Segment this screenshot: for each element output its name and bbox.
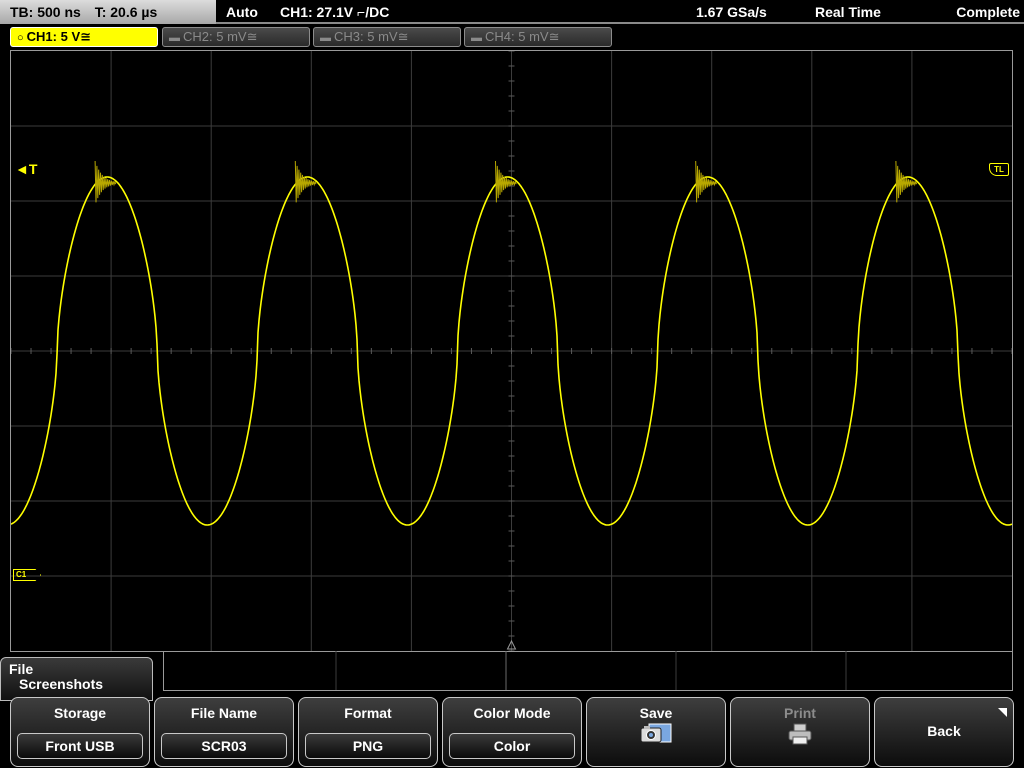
ringing-burst	[895, 160, 918, 203]
color-mode-softkey[interactable]: Color Mode Color	[442, 697, 582, 767]
storage-softkey[interactable]: Storage Front USB	[10, 697, 150, 767]
format-softkey[interactable]: Format PNG	[298, 697, 438, 767]
secondary-grid	[335, 651, 847, 690]
status-bar: TB: 500 ns T: 20.6 µs Auto CH1: 27.1V ⌐/…	[0, 0, 1024, 24]
tab-ch1[interactable]: ○ CH1: 5 V≅	[10, 27, 158, 47]
ringing-burst	[495, 160, 517, 203]
menu-title-line1: File	[9, 661, 34, 677]
submenu-corner-icon	[998, 708, 1007, 717]
format-value[interactable]: PNG	[305, 733, 431, 759]
ringing-burst	[695, 160, 717, 203]
channel-tabs: ○ CH1: 5 V≅ ▬ CH2: 5 mV≅ ▬ CH3: 5 mV≅ ▬ CH4:…	[0, 26, 1024, 48]
save-button[interactable]: Save	[586, 697, 726, 767]
trigger-level-marker[interactable]: TL	[989, 163, 1009, 176]
ch1-offset-marker[interactable]: C1	[13, 569, 41, 581]
tab-ch3-label: CH3: 5 mV≅	[334, 29, 409, 44]
save-title: Save	[639, 705, 673, 721]
tab-ch2[interactable]: ▬ CH2: 5 mV≅	[162, 27, 310, 47]
ringing-burst	[94, 160, 117, 203]
storage-title: Storage	[53, 705, 107, 721]
trigger-time-label: T: 20.6 µs	[94, 4, 158, 20]
waveform-display[interactable]: ◄T TL C1	[10, 50, 1013, 652]
sample-rate-label: 1.67 GSa/s	[696, 4, 767, 20]
print-title: Print	[784, 705, 816, 721]
tab-ch4[interactable]: ▬ CH4: 5 mV≅	[464, 27, 612, 47]
tab-ch3[interactable]: ▬ CH3: 5 mV≅	[313, 27, 461, 47]
trigger-source-label[interactable]: CH1: 27.1V ⌐/DC	[280, 0, 389, 24]
acquisition-type-label: Real Time	[815, 4, 881, 20]
channel-off-icon: ▬	[320, 32, 331, 44]
tab-ch2-label: CH2: 5 mV≅	[183, 29, 258, 44]
file-name-value[interactable]: SCR03	[161, 733, 287, 759]
channel-off-icon: ▬	[471, 32, 482, 44]
menu-title: File Screenshots	[0, 657, 153, 701]
secondary-display-strip	[163, 651, 1013, 691]
waveform-canvas	[11, 51, 1012, 651]
timebase-box[interactable]: TB: 500 ns T: 20.6 µs	[0, 0, 216, 24]
ringing-burst	[294, 160, 317, 203]
status-divider	[216, 22, 1024, 24]
trigger-position-marker[interactable]: ◄T	[15, 161, 37, 177]
menu-title-line2: Screenshots	[19, 676, 104, 692]
tab-ch1-label: CH1: 5 V≅	[26, 29, 92, 44]
file-name-softkey[interactable]: File Name SCR03	[154, 697, 294, 767]
channel-off-icon: ▬	[169, 32, 180, 44]
storage-value[interactable]: Front USB	[17, 733, 143, 759]
acquisition-state-label: Complete	[956, 4, 1020, 20]
timebase-label: TB: 500 ns	[10, 4, 81, 20]
color-mode-title: Color Mode	[473, 705, 551, 721]
tab-ch4-label: CH4: 5 mV≅	[485, 29, 560, 44]
back-button[interactable]: Back	[874, 697, 1014, 767]
coupling-icon: ○	[17, 32, 24, 44]
trigger-mode-label[interactable]: Auto	[226, 0, 258, 24]
format-title: Format	[344, 705, 392, 721]
print-button[interactable]: Print	[730, 697, 870, 767]
camera-icon	[587, 720, 725, 752]
file-name-title: File Name	[190, 705, 258, 721]
color-mode-value[interactable]: Color	[449, 733, 575, 759]
printer-icon	[731, 722, 869, 752]
back-title: Back	[927, 723, 961, 739]
